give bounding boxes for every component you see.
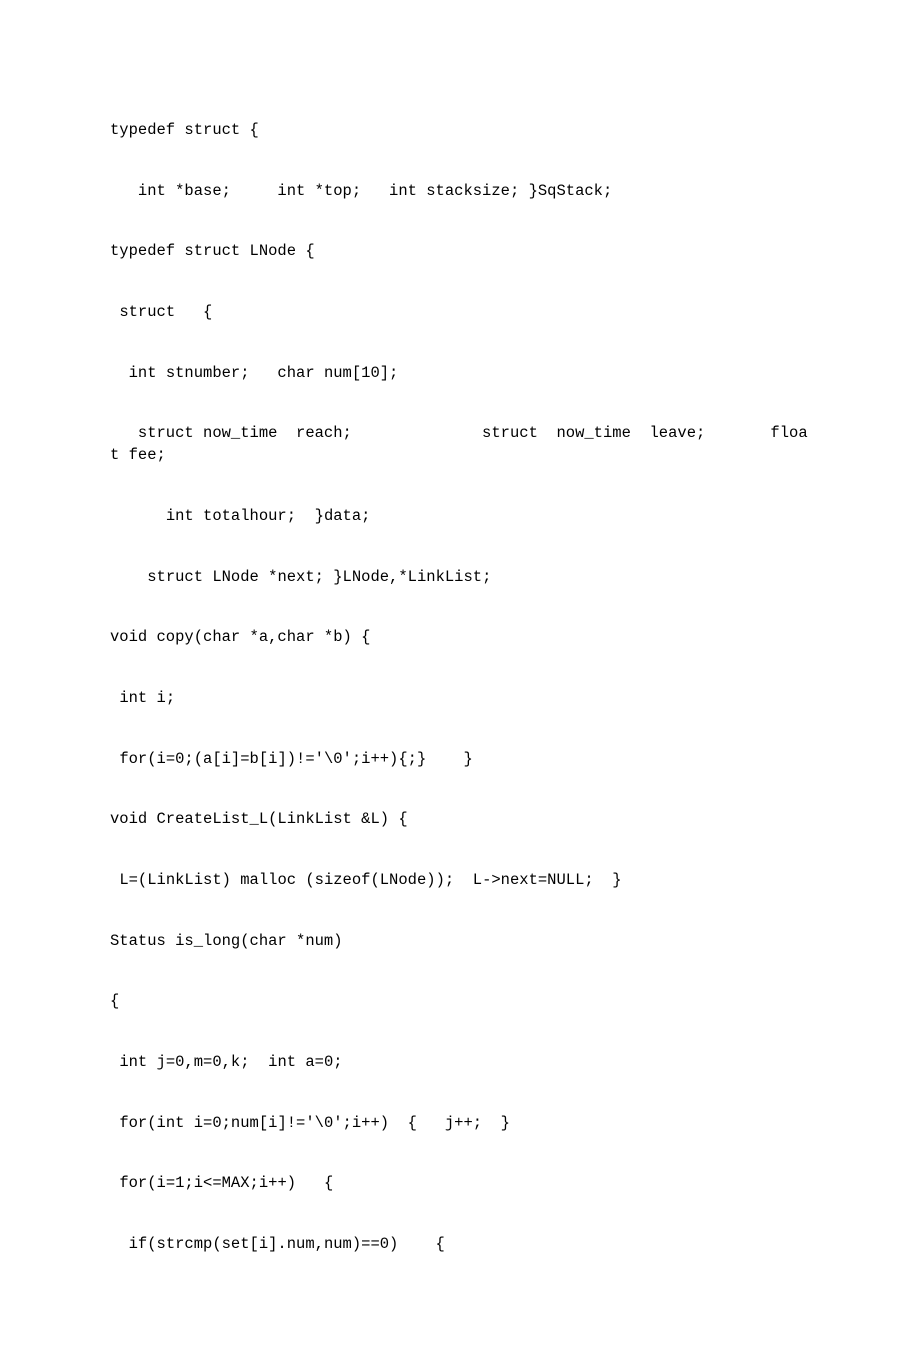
code-line: int *base; int *top; int stacksize; }SqS… [110,181,810,203]
code-line: L=(LinkList) malloc (sizeof(LNode)); L->… [110,870,810,892]
document-page: typedef struct { int *base; int *top; in… [0,0,920,1356]
code-line: void CreateList_L(LinkList &L) { [110,809,810,831]
code-line: for(i=1;i<=MAX;i++) { [110,1173,810,1195]
code-line: struct now_time reach; struct now_time l… [110,423,810,466]
code-line: int totalhour; }data; [110,506,810,528]
code-line: int stnumber; char num[10]; [110,363,810,385]
code-line: int j=0,m=0,k; int a=0; [110,1052,810,1074]
code-line: typedef struct LNode { [110,241,810,263]
code-line: Status is_long(char *num) [110,931,810,953]
code-line: struct LNode *next; }LNode,*LinkList; [110,567,810,589]
code-line: int i; [110,688,810,710]
code-line: for(i=0;(a[i]=b[i])!='\0';i++){;} } [110,749,810,771]
code-line: if(strcmp(set[i].num,num)==0) { [110,1234,810,1256]
code-line: for(int i=0;num[i]!='\0';i++) { j++; } [110,1113,810,1135]
code-line: { [110,991,810,1013]
code-line: typedef struct { [110,120,810,142]
code-line: struct { [110,302,810,324]
code-line: void copy(char *a,char *b) { [110,627,810,649]
